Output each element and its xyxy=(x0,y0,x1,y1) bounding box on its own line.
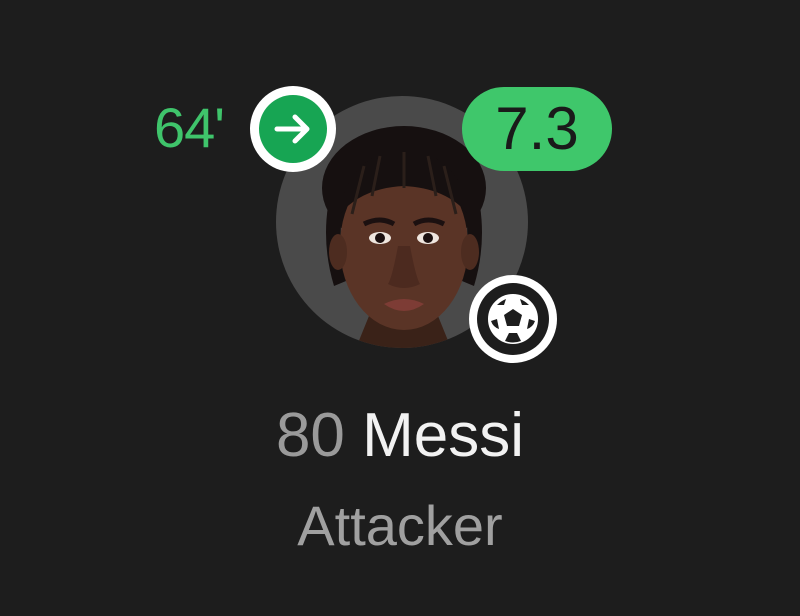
player-name-line[interactable]: 80 Messi xyxy=(0,396,800,476)
soccer-ball-icon xyxy=(488,294,538,344)
player-card[interactable]: 64' 7.3 80 Messi Attacker xyxy=(0,0,800,616)
arrow-right-icon xyxy=(274,114,310,144)
shirt-number: 80 xyxy=(275,401,363,470)
goal-badge xyxy=(469,275,557,363)
player-name: Messi xyxy=(362,401,525,470)
substitution-badge xyxy=(250,86,336,172)
player-position: Attacker xyxy=(297,494,503,557)
substitution-minute: 64' xyxy=(154,96,225,159)
rating-badge: 7.3 xyxy=(462,87,612,171)
